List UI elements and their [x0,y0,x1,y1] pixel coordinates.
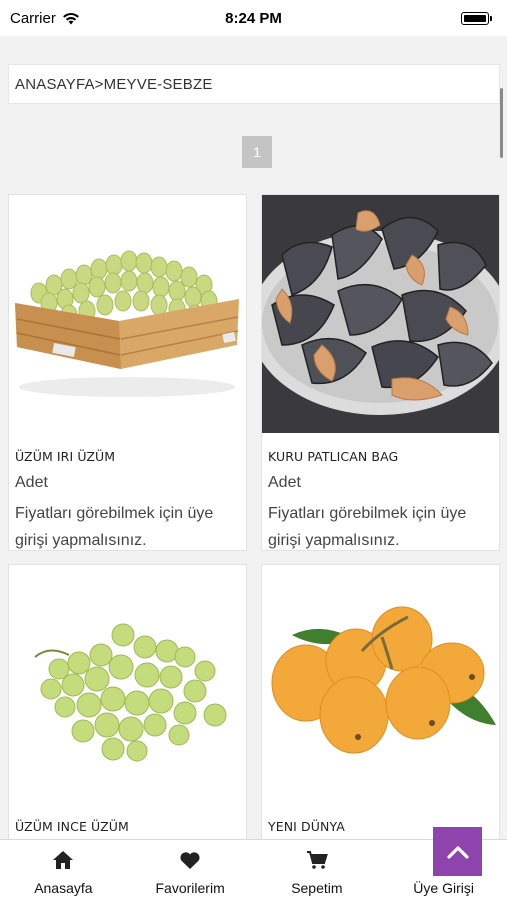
product-card[interactable]: ÜZÜM IRI ÜZÜM Adet Fiyatları görebilmek … [8,194,247,551]
bottom-nav: Anasayfa Favorilerim Sepetim Üye Girişi [0,839,507,900]
status-bar: Carrier 8:24 PM [0,0,507,36]
product-name[interactable]: ÜZÜM IRI ÜZÜM [9,433,246,464]
battery-icon [461,11,492,25]
product-card[interactable]: KURU PATLICAN BAG Adet Fiyatları görebil… [261,194,500,551]
price-login-note: Fiyatları görebilmek için üye girişi yap… [15,505,214,549]
product-image-grapes-crate[interactable] [9,195,246,433]
product-name[interactable]: KURU PATLICAN BAG [262,433,499,464]
carrier-info: Carrier [10,10,80,27]
breadcrumb[interactable]: ANASAYFA>MEYVE-SEBZE [8,64,500,104]
scrollbar[interactable] [500,88,503,158]
product-image-green-grapes[interactable] [9,565,246,803]
chevron-up-icon [446,845,469,859]
nav-cart-label: Sepetim [291,880,343,896]
heart-icon [180,851,200,869]
product-name[interactable]: ÜZÜM INCE ÜZÜM [9,803,246,834]
product-card[interactable]: ÜZÜM INCE ÜZÜM [8,564,247,854]
product-card[interactable]: YENI DÜNYA [261,564,500,854]
scroll-to-top-button[interactable] [433,827,482,876]
nav-favorites[interactable]: Favorilerim [127,840,254,900]
nav-cart[interactable]: Sepetim [254,840,381,900]
cart-icon [306,851,328,869]
nav-favorites-label: Favorilerim [155,880,225,896]
wifi-icon [62,12,79,24]
page-button-1[interactable]: 1 [242,136,272,168]
product-image-loquats[interactable] [262,565,499,803]
carrier-label: Carrier [10,9,56,27]
nav-home[interactable]: Anasayfa [0,840,127,900]
price-login-note: Fiyatları görebilmek için üye girişi yap… [268,505,467,549]
nav-login-label: Üye Girişi [413,880,474,896]
product-unit: Adet [268,474,301,491]
product-image-dried-eggplant[interactable] [262,195,499,433]
home-icon [53,851,74,869]
nav-home-label: Anasayfa [34,880,93,896]
product-unit: Adet [15,474,48,491]
